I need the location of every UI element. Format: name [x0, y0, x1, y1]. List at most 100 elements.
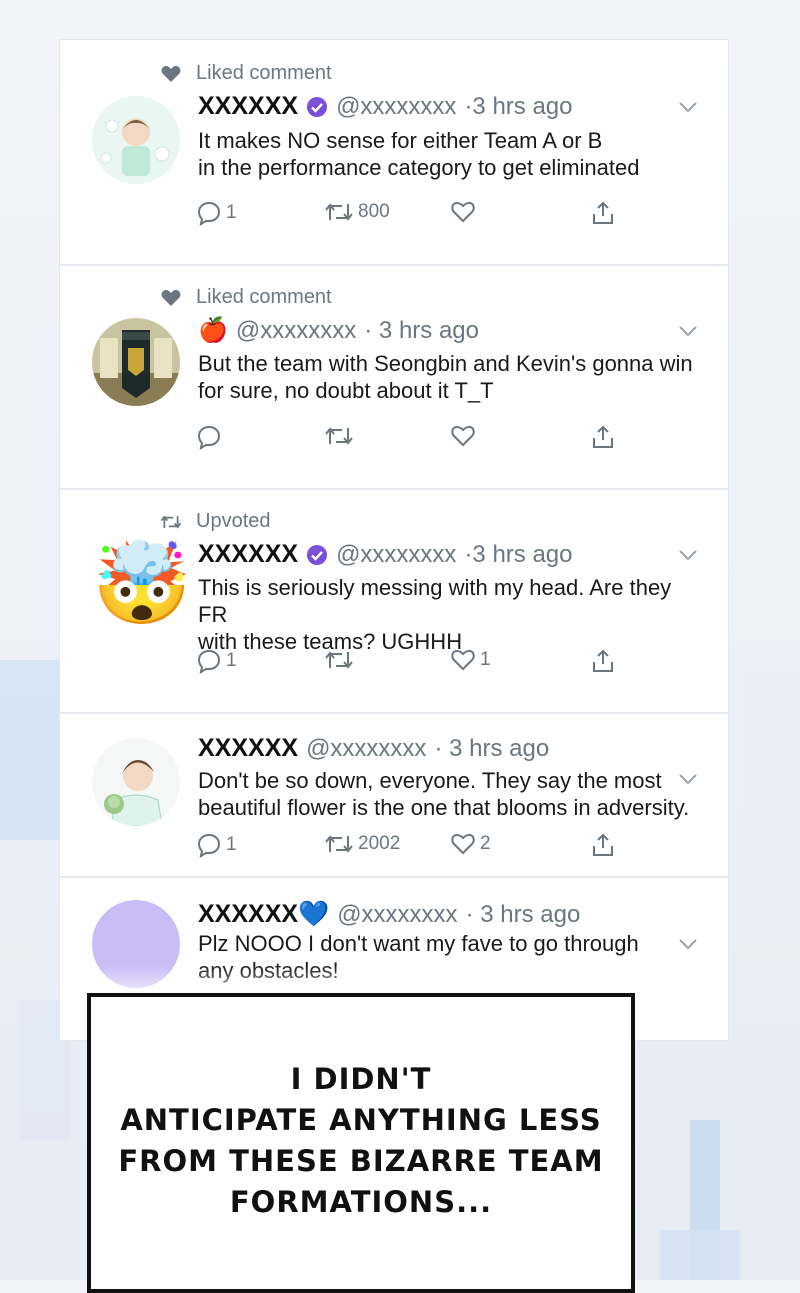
- retweet-icon: [325, 835, 353, 853]
- narration-caption-box: I DIDN'T ANTICIPATE ANYTHING LESS FROM T…: [87, 993, 635, 1293]
- tweet-text-line: It makes NO sense for either Team A or B: [198, 128, 603, 153]
- tweet-text-line: Plz NOOO I don't want my fave to go thro…: [198, 931, 639, 956]
- tweet-actions: 1 800: [196, 200, 616, 230]
- heart-outline-icon: [451, 649, 475, 671]
- retweet-icon: [160, 511, 182, 533]
- retweet-count: 800: [358, 201, 390, 222]
- reply-icon: [197, 201, 221, 226]
- background-glitch-stripe: [0, 660, 60, 840]
- retweet-button[interactable]: 800: [324, 200, 390, 224]
- reply-icon: [197, 649, 221, 674]
- tweet-card[interactable]: XXXXXX @xxxxxxxx · 3 hrs ago Don't be so…: [60, 714, 728, 878]
- tweet-card[interactable]: Upvoted 🤯 XXXXXX @xxxxxxxx ·3 hrs ago Th…: [60, 490, 728, 714]
- heart-outline-icon: [451, 425, 475, 447]
- timestamp: · 3 hrs ago: [465, 900, 581, 928]
- tweet-context: Liked comment: [160, 62, 332, 85]
- share-icon: [593, 425, 613, 448]
- avatar[interactable]: [92, 96, 180, 184]
- tweet-card[interactable]: Liked comment 🍎 @xxxxxxxx · 3 hrs ago Bu…: [60, 266, 728, 490]
- reply-icon: [197, 425, 221, 450]
- retweet-icon: [325, 427, 353, 445]
- background-glitch-stripe: [740, 640, 800, 900]
- timestamp: ·3 hrs ago: [464, 92, 573, 120]
- like-button[interactable]: [450, 200, 480, 224]
- retweet-icon: [325, 651, 353, 669]
- chevron-down-icon[interactable]: [678, 549, 698, 561]
- tweet-text-line: Don't be so down, everyone. They say the…: [198, 768, 662, 793]
- tweet-body: But the team with Seongbin and Kevin's g…: [198, 350, 698, 404]
- tweet-actions: 1 2002 2: [196, 832, 616, 862]
- reply-count: 1: [226, 834, 237, 855]
- retweet-button[interactable]: 2002: [324, 832, 400, 856]
- like-button[interactable]: 1: [450, 648, 491, 672]
- chevron-down-icon[interactable]: [678, 101, 698, 113]
- like-count: 1: [480, 649, 491, 670]
- avatar[interactable]: 🤯: [92, 539, 192, 628]
- display-name[interactable]: XXXXXX: [198, 92, 298, 121]
- retweet-count: 2002: [358, 833, 401, 854]
- reply-button[interactable]: 1: [196, 200, 237, 226]
- share-button[interactable]: [590, 648, 616, 674]
- tweet-text-line: This is seriously messing with my head. …: [198, 575, 672, 627]
- comment-feed: Liked comment XXXXXX @xxxxxxxx ·3 hrs ag…: [60, 40, 728, 1040]
- tweet-body: This is seriously messing with my head. …: [198, 574, 698, 655]
- tweet-text-line: beautiful flower is the one that blooms …: [198, 795, 690, 820]
- heart-icon: [160, 287, 182, 309]
- like-button[interactable]: [450, 424, 476, 448]
- verified-badge-icon: [306, 544, 328, 566]
- tweet-context: Upvoted: [160, 510, 271, 533]
- background-glitch-stripe: [690, 1120, 720, 1280]
- user-handle[interactable]: @xxxxxxxx: [236, 317, 356, 345]
- display-name[interactable]: XXXXXX: [198, 734, 298, 763]
- exploding-head-emoji: 🤯: [92, 539, 192, 628]
- user-handle[interactable]: @xxxxxxxx: [337, 901, 457, 929]
- heart-outline-icon: [451, 201, 475, 223]
- reply-button[interactable]: 1: [196, 648, 237, 674]
- tweet-actions: [196, 424, 616, 454]
- context-label: Upvoted: [196, 510, 271, 532]
- retweet-button[interactable]: [324, 424, 354, 448]
- heart-icon: [160, 63, 182, 85]
- timestamp: ·3 hrs ago: [464, 540, 573, 568]
- verified-badge-icon: [306, 96, 328, 118]
- share-icon: [593, 833, 613, 856]
- like-count: 2: [480, 833, 491, 854]
- tweet-card[interactable]: Liked comment XXXXXX @xxxxxxxx ·3 hrs ag…: [60, 40, 728, 266]
- tweet-body: It makes NO sense for either Team A or B…: [198, 127, 698, 181]
- caption-text: I DIDN'T ANTICIPATE ANYTHING LESS FROM T…: [118, 1062, 604, 1219]
- tweet-body: Don't be so down, everyone. They say the…: [198, 767, 698, 821]
- tweet-text-line: in the performance category to get elimi…: [198, 155, 640, 180]
- timestamp: · 3 hrs ago: [364, 316, 479, 344]
- retweet-icon: [325, 203, 353, 221]
- tweet-header: XXXXXX @xxxxxxxx · 3 hrs ago: [198, 734, 549, 763]
- background-glitch-stripe: [660, 1230, 740, 1280]
- like-button[interactable]: 2: [450, 832, 491, 856]
- display-name[interactable]: XXXXXX💙: [198, 900, 329, 929]
- share-button[interactable]: [590, 200, 616, 226]
- share-icon: [593, 201, 613, 224]
- context-label: Liked comment: [196, 286, 332, 308]
- reply-button[interactable]: [196, 424, 222, 450]
- retweet-button[interactable]: [324, 648, 354, 672]
- user-handle[interactable]: @xxxxxxxx: [306, 735, 426, 763]
- reply-count: 1: [226, 202, 237, 223]
- reply-button[interactable]: 1: [196, 832, 237, 858]
- display-name[interactable]: XXXXXX: [198, 540, 298, 569]
- share-icon: [593, 649, 613, 672]
- tweet-text-line: for sure, no doubt about it T_T: [198, 378, 494, 403]
- share-button[interactable]: [590, 832, 616, 858]
- tweet-header: XXXXXX @xxxxxxxx ·3 hrs ago: [198, 92, 573, 121]
- chevron-down-icon[interactable]: [678, 325, 698, 337]
- reply-count: 1: [226, 650, 237, 671]
- apple-emoji: 🍎: [198, 317, 228, 344]
- tweet-header: XXXXXX @xxxxxxxx ·3 hrs ago: [198, 540, 573, 569]
- tweet-header: 🍎 @xxxxxxxx · 3 hrs ago: [198, 316, 479, 345]
- avatar[interactable]: [92, 318, 180, 406]
- user-handle[interactable]: @xxxxxxxx: [336, 541, 456, 569]
- tweet-header: XXXXXX💙 @xxxxxxxx · 3 hrs ago: [198, 900, 580, 929]
- tweet-actions: 1 1: [196, 648, 616, 678]
- tweet-text-line: But the team with Seongbin and Kevin's g…: [198, 351, 693, 376]
- avatar[interactable]: [92, 738, 180, 826]
- share-button[interactable]: [590, 424, 616, 450]
- user-handle[interactable]: @xxxxxxxx: [336, 93, 456, 121]
